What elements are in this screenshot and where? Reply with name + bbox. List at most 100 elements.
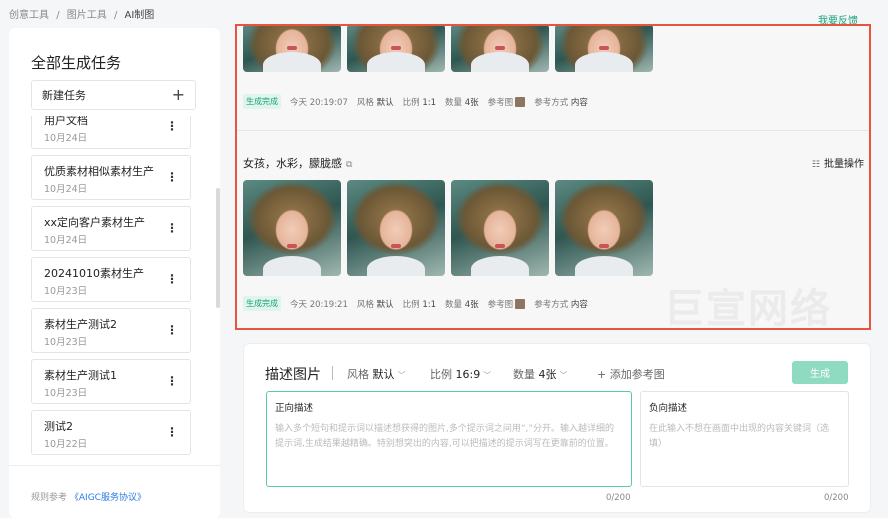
negative-prompt-placeholder: 在此输入不想在画面中出现的内容关键词（选填） [649, 424, 830, 449]
negative-prompt-field[interactable]: 负向描述 在此输入不想在画面中出现的内容关键词（选填） [640, 391, 849, 487]
positive-prompt-label: 正向描述 [275, 403, 314, 414]
generation-meta: 生成完成 今天 20:19:21 风格 默认 比例 1:1 数量 4张 参考图 … [243, 296, 588, 311]
meta-ratio-label: 比例 [402, 97, 420, 108]
meta-mode-label: 参考方式 [534, 97, 569, 108]
status-badge: 生成完成 [243, 296, 281, 311]
copy-icon[interactable]: ⧉ [346, 160, 352, 170]
task-item[interactable]: 素材生产测试1 10月23日 ⋮ [31, 359, 191, 404]
breadcrumb-item-image-tools[interactable]: 图片工具 [67, 10, 107, 21]
positive-prompt-field[interactable]: 正向描述 输入多个短句和提示词以描述想获得的图片,多个提示词之间用“,”分开。输… [266, 391, 632, 487]
breadcrumb-item-ai-drawing: AI制图 [124, 10, 155, 21]
positive-char-count: 0/200 [606, 493, 631, 503]
more-icon[interactable]: ⋮ [166, 171, 178, 183]
count-value: 4张 [538, 368, 557, 381]
task-list: 用户文档 10月24日 ⋮ 优质素材相似素材生产 10月24日 ⋮ xx定向客户… [31, 116, 201, 461]
prompt-text: 女孩，水彩，朦胧感 ⧉ [243, 155, 352, 171]
task-item[interactable]: 测试2 10月22日 ⋮ [31, 410, 191, 455]
meta-ratio: 1:1 [422, 299, 437, 310]
more-icon[interactable]: ⋮ [166, 375, 178, 387]
agreement-note: 规则参考 《AIGC服务协议》 [31, 490, 146, 503]
meta-style: 默认 [376, 299, 394, 310]
breadcrumb-item-creative-tools[interactable]: 创意工具 [9, 10, 49, 21]
image-row [243, 26, 653, 72]
composer-title: 描述图片 [265, 367, 321, 383]
breadcrumb-separator: / [113, 10, 118, 21]
style-select[interactable]: 风格 默认 ﹀ [347, 366, 406, 382]
new-task-label: 新建任务 [42, 89, 86, 102]
meta-time: 今天 20:19:21 [290, 299, 348, 310]
count-select[interactable]: 数量 4张 ﹀ [513, 366, 568, 382]
task-item[interactable]: 素材生产测试2 10月23日 ⋮ [31, 308, 191, 353]
agreement-link[interactable]: 《AIGC服务协议》 [70, 493, 146, 503]
more-icon[interactable]: ⋮ [166, 222, 178, 234]
meta-style-label: 风格 [356, 97, 374, 108]
generated-image[interactable] [347, 180, 445, 276]
ratio-select[interactable]: 比例 16:9 ﹀ [430, 366, 491, 382]
more-icon[interactable]: ⋮ [166, 273, 178, 285]
watermark: 巨宣网络 [664, 286, 832, 332]
plus-icon: + [597, 368, 607, 381]
agreement-prefix: 规则参考 [31, 493, 68, 503]
meta-count-label: 数量 [445, 299, 463, 310]
ratio-value: 16:9 [455, 368, 481, 381]
meta-style: 默认 [376, 97, 394, 108]
chevron-down-icon: ﹀ [559, 371, 568, 380]
meta-style-label: 风格 [356, 299, 374, 310]
meta-ref-label: 参考图 [487, 97, 514, 108]
breadcrumb: 创意工具 / 图片工具 / AI制图 [9, 6, 158, 21]
task-item[interactable]: xx定向客户素材生产 10月24日 ⋮ [31, 206, 191, 251]
style-value: 默认 [372, 368, 395, 381]
meta-time: 今天 20:19:07 [290, 97, 348, 108]
new-task-button[interactable]: 新建任务 + [31, 80, 196, 110]
style-label: 风格 [347, 368, 369, 381]
generated-image[interactable] [347, 26, 445, 72]
plus-icon: + [171, 85, 185, 104]
meta-count-label: 数量 [445, 97, 463, 108]
meta-ratio-label: 比例 [402, 299, 420, 310]
meta-mode: 内容 [570, 299, 588, 310]
divider [237, 130, 869, 131]
divider [332, 366, 333, 380]
chevron-down-icon: ﹀ [483, 371, 492, 380]
add-reference-button[interactable]: + 添加参考图 [597, 366, 665, 382]
prompt-composer: 描述图片 风格 默认 ﹀ 比例 16:9 ﹀ 数量 4张 ﹀ + 添加参考图 生成 正… [243, 343, 871, 513]
ratio-label: 比例 [430, 368, 452, 381]
image-row [243, 180, 653, 276]
task-item[interactable]: 优质素材相似素材生产 10月24日 ⋮ [31, 155, 191, 200]
generated-image[interactable] [243, 26, 341, 72]
reference-thumbnail[interactable] [515, 299, 526, 309]
chevron-down-icon: ﹀ [397, 371, 406, 380]
negative-prompt-label: 负向描述 [649, 403, 688, 414]
task-sidebar: 全部生成任务 新建任务 + 用户文档 10月24日 ⋮ 优质素材相似素材生产 1… [9, 28, 220, 518]
batch-operation-button[interactable]: ☷ 批量操作 [812, 155, 864, 170]
count-label: 数量 [513, 368, 535, 381]
task-item[interactable]: 20241010素材生产 10月23日 ⋮ [31, 257, 191, 302]
generated-image[interactable] [243, 180, 341, 276]
meta-count: 4张 [464, 97, 479, 108]
divider [9, 465, 220, 466]
breadcrumb-separator: / [56, 10, 60, 21]
task-item[interactable]: 用户文档 10月24日 ⋮ [31, 116, 191, 149]
meta-mode: 内容 [570, 97, 588, 108]
more-icon[interactable]: ⋮ [166, 426, 178, 438]
batch-label: 批量操作 [824, 159, 864, 170]
generate-button[interactable]: 生成 [792, 361, 848, 384]
prompt-label: 女孩，水彩，朦胧感 [243, 157, 342, 170]
positive-prompt-placeholder: 输入多个短句和提示词以描述想获得的图片,多个提示词之间用“,”分开。输入越详细的… [275, 424, 615, 449]
generated-image[interactable] [451, 26, 549, 72]
generated-image[interactable] [451, 180, 549, 276]
meta-mode-label: 参考方式 [534, 299, 569, 310]
reference-thumbnail[interactable] [515, 97, 526, 107]
sidebar-scrollbar[interactable] [216, 188, 220, 308]
status-badge: 生成完成 [243, 94, 281, 109]
add-reference-label: 添加参考图 [609, 368, 665, 381]
sidebar-title: 全部生成任务 [31, 54, 122, 72]
meta-ref-label: 参考图 [487, 299, 514, 310]
more-icon[interactable]: ⋮ [166, 120, 178, 132]
negative-char-count: 0/200 [824, 493, 849, 503]
meta-count: 4张 [464, 299, 479, 310]
generated-image[interactable] [555, 180, 653, 276]
more-icon[interactable]: ⋮ [166, 324, 178, 336]
meta-ratio: 1:1 [422, 97, 437, 108]
generated-image[interactable] [555, 26, 653, 72]
